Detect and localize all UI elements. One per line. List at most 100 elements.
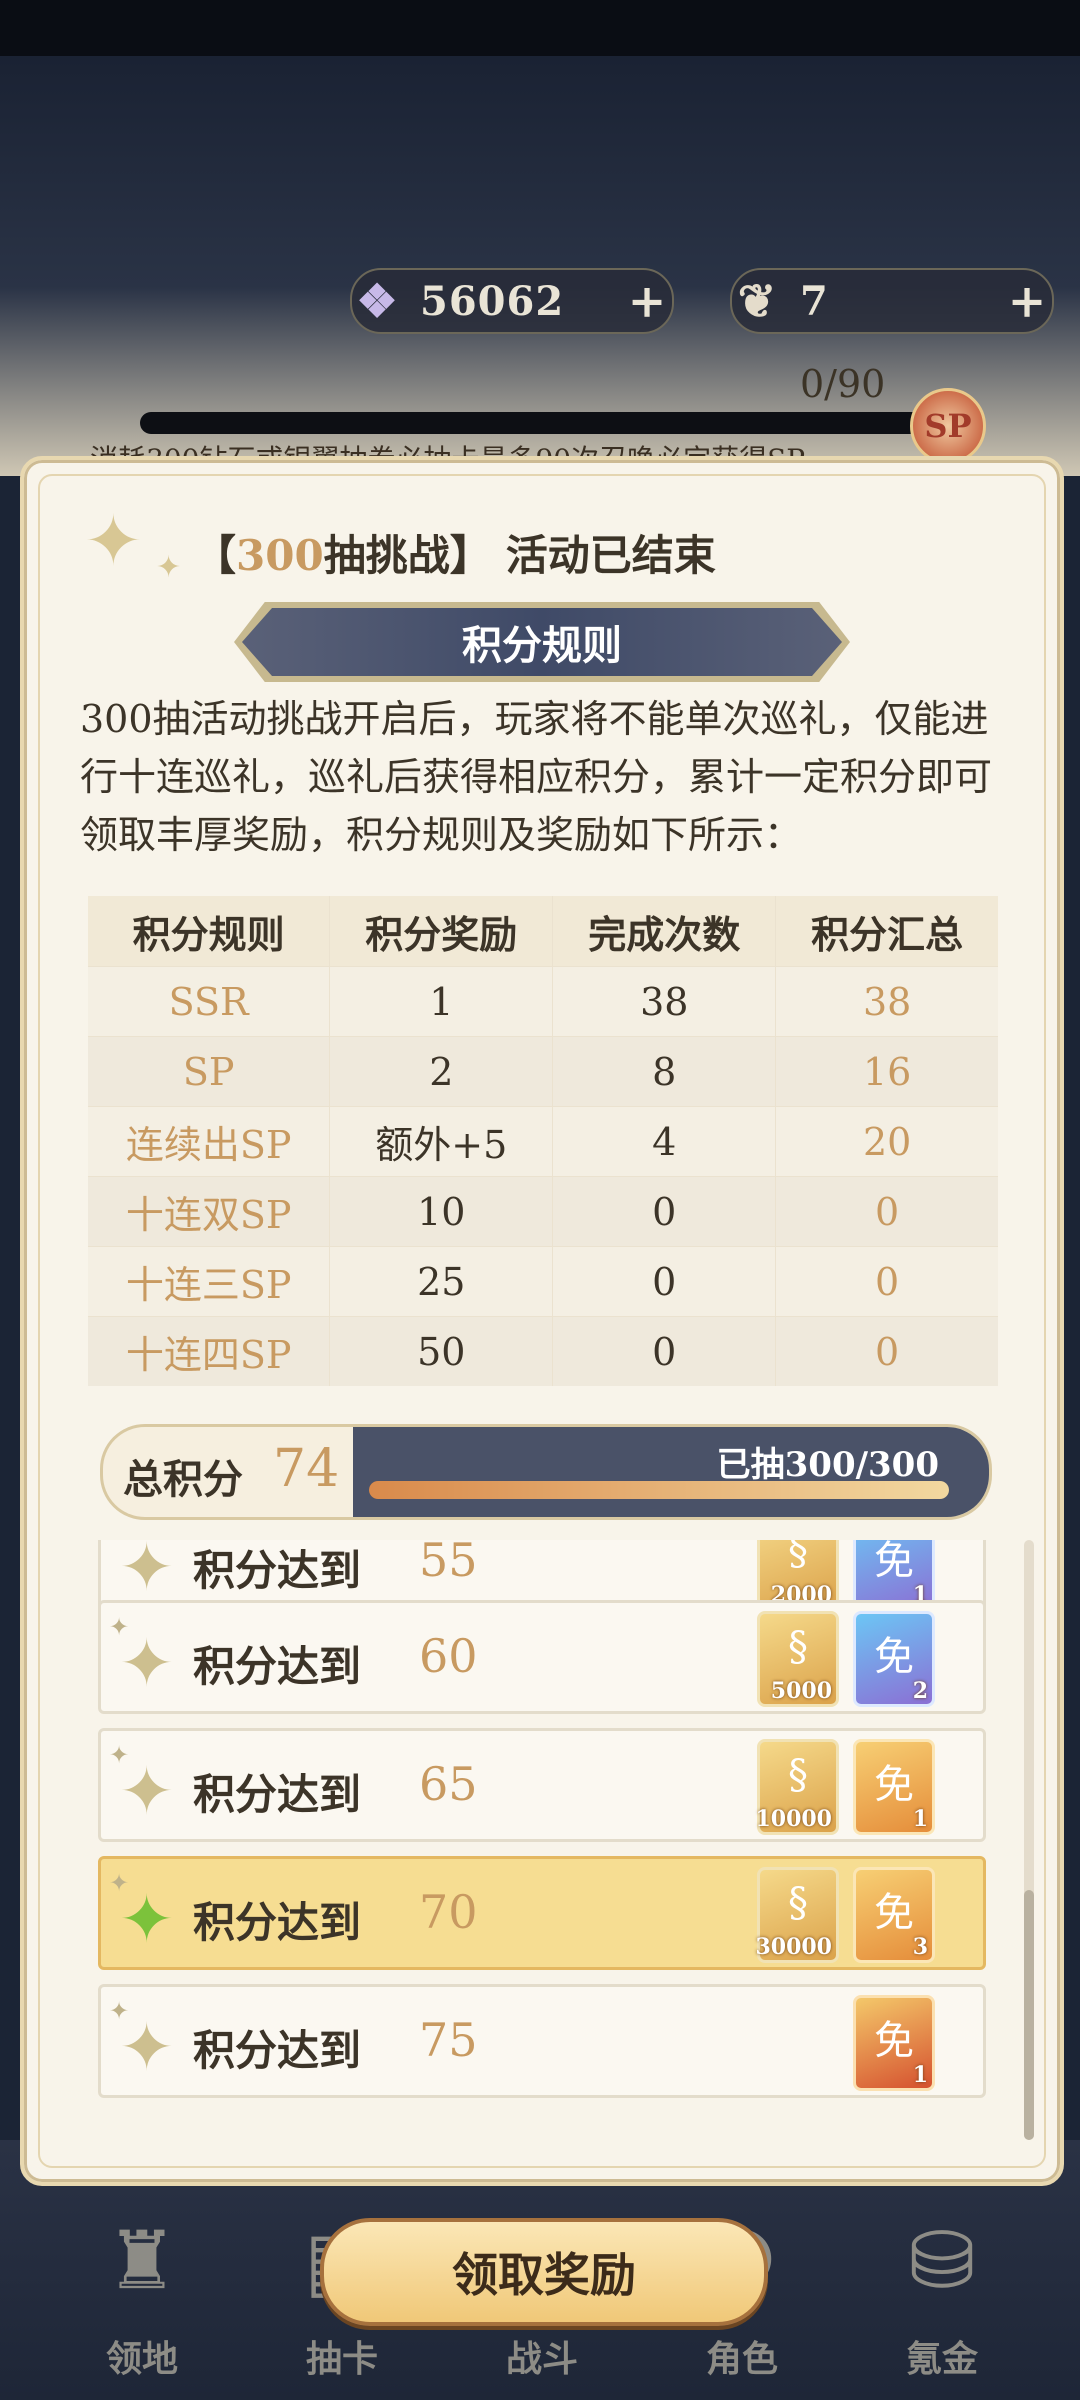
item-quantity: 2 [912,1678,928,1704]
crystal-icon: ❖ [356,274,398,328]
sparkle-icon: ✦ [119,1540,175,1606]
ticket-add-button[interactable]: + [1002,274,1052,328]
header-sum: 积分汇总 [775,896,998,967]
reward-points: 55 [419,1540,478,1587]
castle-icon: ♜ [106,2213,178,2307]
ticket-item[interactable]: 免 1 [853,1995,935,2091]
ticket-glyph: 免 [874,1540,914,1584]
rule-count: 0 [552,1316,776,1386]
rule-reward: 额外+5 [329,1106,553,1177]
rules-table-header: 积分规则 积分奖励 完成次数 积分汇总 [88,896,998,967]
table-row: SP 2 8 16 [88,1036,998,1107]
table-row: 连续出SP 额外+5 4 20 [88,1106,998,1177]
claim-reward-button[interactable]: 领取奖励 [320,2218,768,2326]
reward-row-65: ✦ ✦ 积分达到 65 § 10000 免 1 [98,1728,986,1842]
title-status: 活动已结束 [505,531,716,580]
rule-count: 38 [552,966,776,1037]
rule-reward: 10 [329,1176,553,1247]
reward-label: 积分达到 [193,2026,362,2075]
reward-row-75: ✦ ✦ 积分达到 75 免 1 [98,1984,986,2098]
reward-row-60: ✦ ✦ 积分达到 60 § 5000 免 2 [98,1600,986,1714]
coin-item[interactable]: § 30000 [755,1867,839,1963]
sparkle-icon: ✦ [119,2009,175,2086]
sparkle-small-icon: ✦ [156,550,182,585]
total-value: 74 [273,1439,340,1499]
table-row: 十连双SP 10 0 0 [88,1176,998,1247]
draw-progress-panel: 已抽300/300 [353,1427,989,1517]
title-number: 300 [236,531,324,580]
nav-label: 角色 [705,2338,778,2380]
item-quantity: 5000 [770,1678,832,1704]
rule-name: 连续出SP [88,1106,330,1177]
table-row: SSR 1 38 38 [88,966,998,1037]
reward-list[interactable]: ✦ ✦ 积分达到 55 § 2000 免 1 ✦ ✦ 积分达到 60 § 500… [98,1540,998,2140]
rule-reward: 2 [329,1036,553,1107]
panel-title: 【300抽挑战】 活动已结束 [194,522,716,583]
rules-description: 300抽活动挑战开启后，玩家将不能单次巡礼，仅能进行十连巡礼，巡礼后获得相应积分… [80,697,993,857]
nav-territory[interactable]: ♜ 领地 [52,2200,232,2400]
ticket-item[interactable]: 免 3 [853,1867,935,1963]
rule-sum: 0 [775,1176,998,1247]
total-label: 总积分 [123,1456,243,1503]
ticket-item[interactable]: 免 1 [853,1739,935,1835]
rule-count: 0 [552,1246,776,1317]
rule-sum: 0 [775,1316,998,1386]
nav-label: 战斗 [505,2338,578,2380]
rule-name: 十连四SP [88,1316,330,1386]
draw-progress-fill [369,1481,949,1499]
rule-reward: 50 [329,1316,553,1386]
crystal-currency: ❖ 56062 + [350,268,674,334]
item-quantity: 10000 [755,1806,832,1832]
rule-sum: 0 [775,1246,998,1317]
pity-progress-bar [140,412,940,434]
rules-table: 积分规则 积分奖励 完成次数 积分汇总 SSR 1 38 38 SP 2 8 1… [88,896,998,1386]
reward-points: 70 [419,1885,478,1939]
scroll-icon: ❦ [737,274,777,328]
sparkle-icon: ✦ [119,1753,175,1830]
rule-count: 4 [552,1106,776,1177]
coin-item[interactable]: § 5000 [757,1611,839,1707]
sp-badge: SP [910,388,986,464]
item-quantity: 30000 [755,1934,832,1960]
rule-name: SSR [88,966,330,1037]
reward-label: 积分达到 [193,1898,362,1947]
ticket-item[interactable]: 免 2 [853,1611,935,1707]
reward-scrollbar[interactable] [1024,1540,1034,2140]
header-rule: 积分规则 [88,896,330,967]
reward-points: 60 [419,1629,478,1683]
reward-label: 积分达到 [193,1546,362,1595]
nav-label: 氪金 [905,2338,978,2380]
header-count: 完成次数 [552,896,776,967]
sparkle-green-icon: ✦ [119,1881,175,1958]
sparkle-icon: ✦ [84,500,143,582]
rule-sum: 20 [775,1106,998,1177]
sparkle-icon: ✦ [119,1625,175,1702]
treasure-icon: ⛁ [908,2213,976,2307]
ticket-value: 7 [800,277,829,325]
reward-points: 75 [419,2013,478,2067]
table-row: 十连四SP 50 0 0 [88,1316,998,1386]
nav-shop[interactable]: ⛁ 氪金 [852,2200,1032,2400]
title-suffix: 抽挑战】 [323,531,492,580]
crystal-add-button[interactable]: + [622,274,672,328]
item-quantity: 1 [912,1806,928,1832]
status-bar [0,0,1080,56]
rule-name: 十连双SP [88,1176,330,1247]
scrollbar-thumb[interactable] [1024,1890,1034,2140]
coin-item[interactable]: § 10000 [755,1739,839,1835]
table-row: 十连三SP 25 0 0 [88,1246,998,1317]
ticket-glyph: 免 [874,2018,914,2064]
rule-reward: 25 [329,1246,553,1317]
header-reward: 积分奖励 [329,896,553,967]
total-score-bar: 总积分 74 已抽300/300 [100,1424,992,1520]
reward-label: 积分达到 [193,1770,362,1819]
reward-points: 65 [419,1757,478,1811]
reward-row-70[interactable]: ✦ ✦ 积分达到 70 § 30000 免 3 [98,1856,986,1970]
challenge-panel: ✦ ✦ 【300抽挑战】 活动已结束 积分规则 300抽活动挑战开启后，玩家将不能… [20,456,1064,2186]
item-quantity: 3 [912,1934,928,1960]
coin-icon: § [788,1540,808,1574]
rule-reward: 1 [329,966,553,1037]
coin-icon: § [788,1752,808,1798]
ticket-glyph: 免 [874,1762,914,1808]
ticket-glyph: 免 [874,1634,914,1680]
